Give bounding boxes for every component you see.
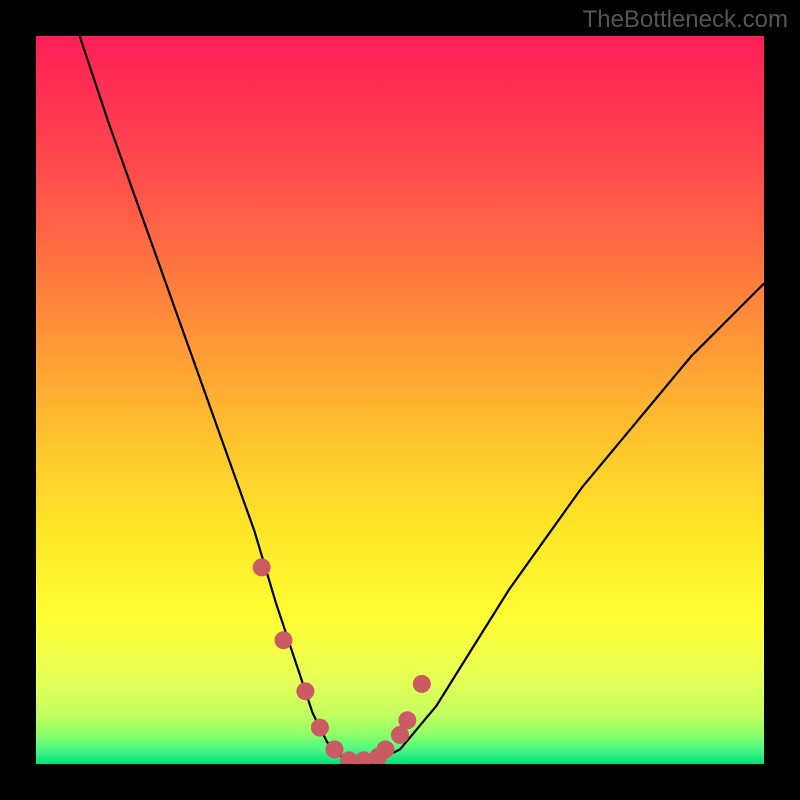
marker-point [311, 719, 329, 737]
marker-point [296, 682, 314, 700]
chart-svg [36, 36, 764, 764]
watermark-text: TheBottleneck.com [583, 6, 788, 34]
marker-point [326, 740, 344, 758]
marker-point [413, 675, 431, 693]
chart-plot-area [36, 36, 764, 764]
marker-point [398, 711, 416, 729]
marker-point [253, 558, 271, 576]
marker-point [376, 740, 394, 758]
marker-point [275, 631, 293, 649]
